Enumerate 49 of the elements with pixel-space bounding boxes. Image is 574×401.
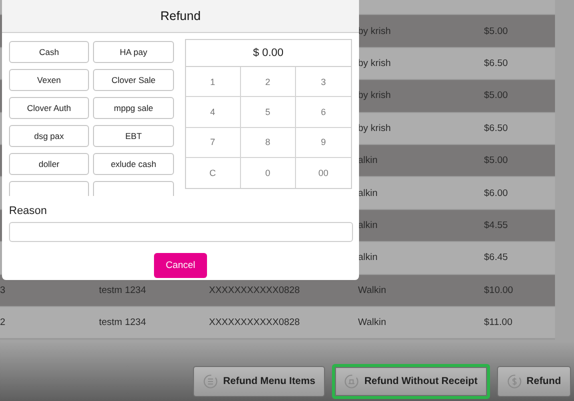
table-cell: alkin [358,155,378,166]
dialog-title: Refund [2,0,359,33]
table-cell: testm 1234 [99,284,146,296]
payment-method-button[interactable]: HA pay [93,41,174,63]
payment-method-button[interactable]: Vexen [9,69,89,91]
table-cell: alkin [358,188,378,199]
table-cell: Walkin [358,317,386,328]
keypad-key[interactable]: 2 [240,67,296,98]
table-cell: $6.50 [484,122,508,134]
table-cell: XXXXXXXXXXX0828 [209,317,300,328]
list-circle-icon [203,374,218,389]
dollar-circle-icon [506,374,522,389]
table-cell: Walkin [358,284,386,296]
cancel-button[interactable]: Cancel [154,253,207,278]
payment-method-button[interactable]: dsg pax [9,125,89,147]
keypad-key[interactable]: 7 [186,128,241,158]
table-cell: $6.50 [484,58,508,69]
receipt-circle-icon [344,374,360,389]
reason-field[interactable] [9,222,353,242]
table-cell: $4.55 [484,220,508,231]
keypad-key[interactable]: 1 [186,67,241,98]
table-row[interactable]: 2 testm 1234 XXXXXXXXXXX0828 Walkin $11.00 [0,306,555,340]
table-cell: $5.00 [484,155,508,166]
table-cell: $5.00 [484,90,508,102]
table-cell: $5.00 [484,26,508,37]
payment-method-button[interactable]: doller [9,153,89,175]
payment-method-button[interactable]: mppg sale [93,97,174,119]
payment-method-button[interactable]: exlude cash [93,153,174,175]
toolbar-button[interactable]: Refund Without Receipt [332,364,490,399]
table-cell: $11.00 [484,317,512,328]
table-cell: 3 [0,284,6,296]
keypad-key[interactable]: 5 [240,97,296,128]
toolbar-button[interactable]: Refund [496,366,571,397]
table-cell: 2 [0,317,6,328]
table-cell: $6.00 [484,188,508,199]
keypad-key[interactable]: 4 [186,97,241,128]
table-cell: XXXXXXXXXXX0828 [209,284,300,296]
table-cell: $6.45 [484,252,508,264]
toolbar-button[interactable]: Refund Menu Items [193,366,326,397]
table-cell: $10.00 [484,284,514,296]
table-cell: testm 1234 [99,317,146,328]
table-cell: alkin [358,252,378,264]
payment-method-button[interactable]: EBT [93,125,174,147]
table-cell: alkin [358,220,378,231]
payment-method-button[interactable]: Clover Auth [9,97,89,119]
reason-label: Reason [9,205,47,217]
payment-method-button[interactable]: Cash [9,41,89,63]
keypad-key[interactable]: 8 [240,128,296,158]
payment-method-button[interactable]: Clover Sale [93,69,174,91]
